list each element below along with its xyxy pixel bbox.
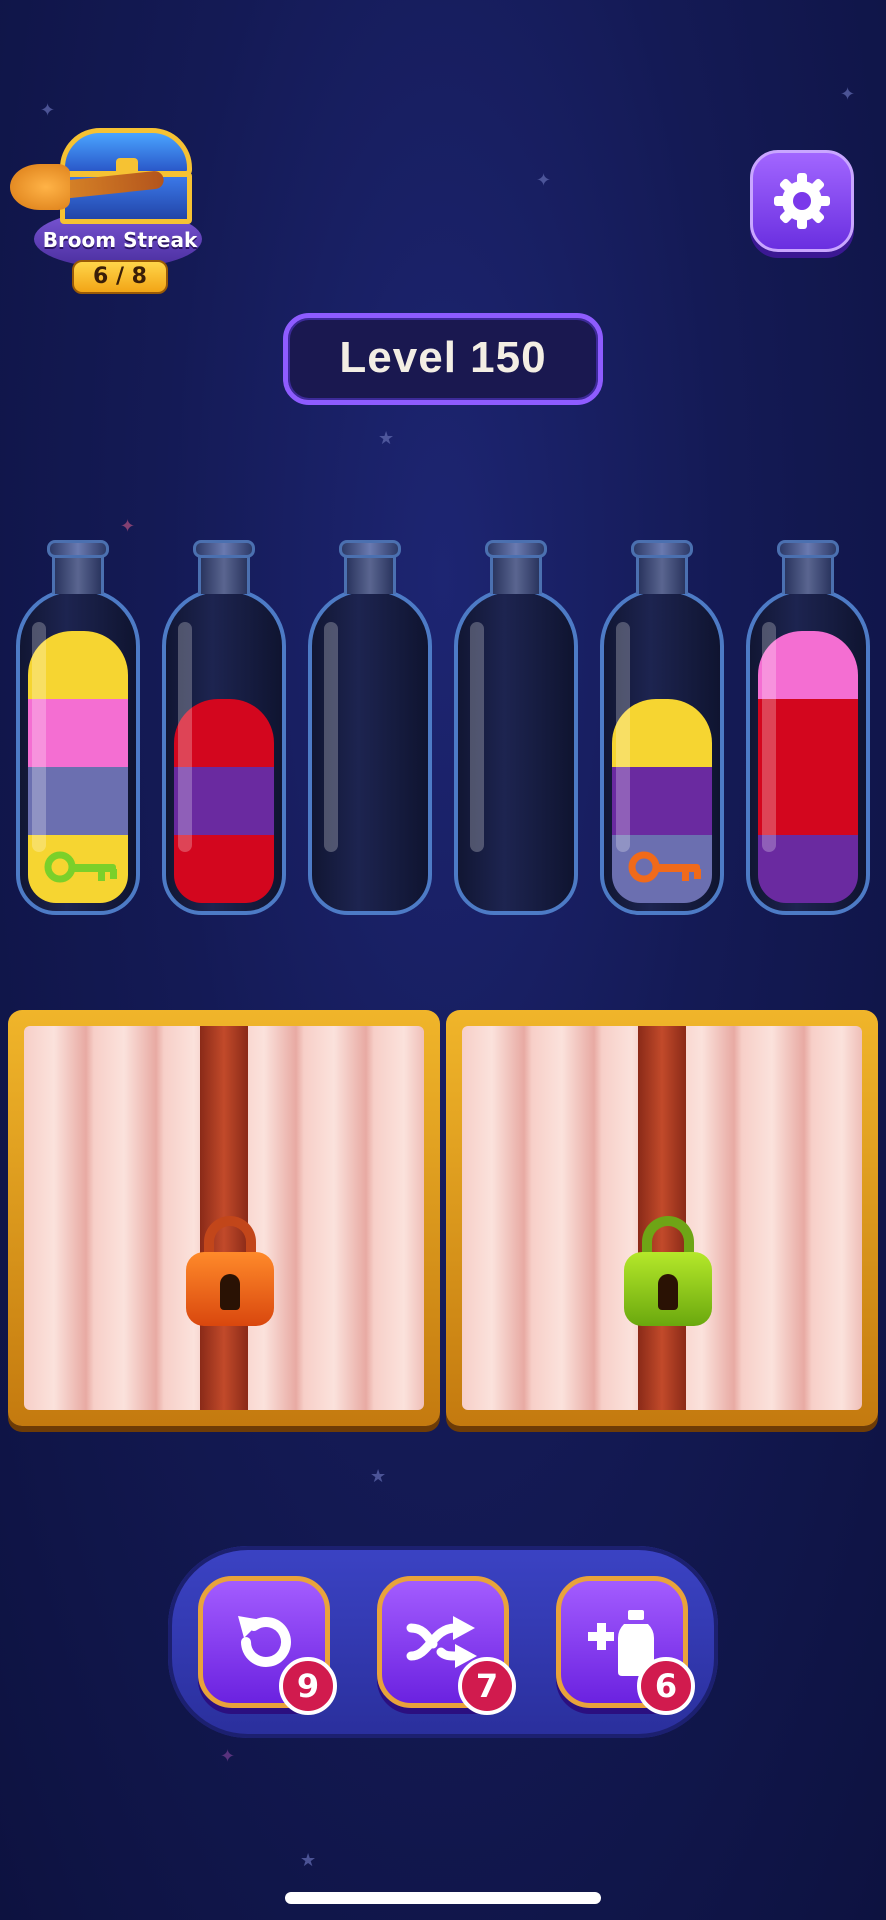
star-icon: ✦ [120,516,136,537]
streak-count: 6 / 8 [72,260,168,294]
locked-box-green[interactable] [446,1010,878,1426]
padlock-icon [186,1216,274,1326]
padlock-icon [624,1216,712,1326]
bottle-glass [600,588,724,915]
bottle-neck [631,540,693,594]
bottle-glass [454,588,578,915]
settings-button[interactable] [750,150,854,252]
bottle-5[interactable] [600,540,724,915]
gear-icon [774,173,830,229]
star-icon: ★ [370,1466,387,1487]
star-icon: ✦ [220,1746,236,1767]
bottle-3[interactable] [308,540,432,915]
shuffle-count-badge: 7 [458,1657,516,1715]
shuffle-button[interactable]: 7 [377,1576,516,1715]
bottle-4[interactable] [454,540,578,915]
bottle-glass [308,588,432,915]
bottle-neck [485,540,547,594]
bottle-neck [47,540,109,594]
add-bottle-count-badge: 6 [637,1657,695,1715]
bottle-1[interactable] [16,540,140,915]
star-icon: ★ [300,1850,317,1871]
add-bottle-button[interactable]: 6 [556,1576,695,1715]
home-indicator[interactable] [285,1892,601,1904]
bottle-neck [339,540,401,594]
bottle-glass [746,588,870,915]
star-icon: ★ [378,428,395,449]
bottle-glass [16,588,140,915]
orange-key-icon [628,851,701,883]
undo-button[interactable]: 9 [198,1576,337,1715]
bottle-glass [162,588,286,915]
level-title: Level 150 [283,313,603,405]
bottle-neck [777,540,839,594]
powerup-toolbar: 9 7 6 [168,1546,718,1738]
star-icon: ✦ [840,84,856,105]
bottle-2[interactable] [162,540,286,915]
star-icon: ✦ [536,170,552,191]
locked-box-orange[interactable] [8,1010,440,1426]
streak-label: Broom Streak [42,228,198,252]
bottle-neck [193,540,255,594]
broom-head [10,164,70,210]
undo-count-badge: 9 [279,1657,337,1715]
bottle-6[interactable] [746,540,870,915]
broom-streak-widget[interactable]: Broom Streak 6 / 8 [10,118,214,303]
green-key-icon [44,851,117,883]
